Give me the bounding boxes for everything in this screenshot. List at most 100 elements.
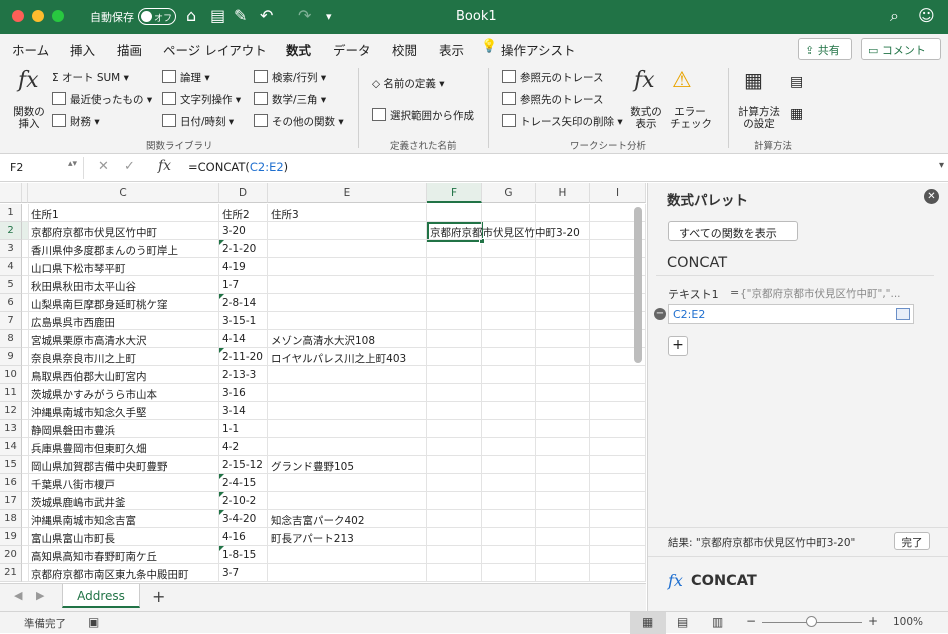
cell-i[interactable] — [590, 546, 646, 564]
range-picker-icon[interactable] — [896, 308, 910, 320]
cell-h[interactable] — [536, 276, 590, 294]
cell-e[interactable] — [268, 312, 427, 330]
cell-e[interactable] — [268, 420, 427, 438]
cell-g[interactable] — [482, 528, 536, 546]
cell-e[interactable]: メゾン高清水大沢108 — [268, 330, 427, 348]
cell-f[interactable] — [427, 474, 482, 492]
cell-g[interactable] — [482, 330, 536, 348]
recent-functions-button[interactable]: 最近使ったもの ▾ — [52, 92, 152, 107]
row-header[interactable]: 8 — [0, 330, 22, 348]
remove-argument-icon[interactable]: − — [654, 308, 666, 320]
zoom-window-button[interactable] — [52, 10, 64, 22]
cell-f[interactable] — [427, 204, 482, 222]
cell-i[interactable] — [590, 474, 646, 492]
cell-i[interactable] — [590, 420, 646, 438]
cell-d[interactable]: 3-20 — [219, 222, 268, 240]
cell-c[interactable]: 住所1 — [28, 204, 219, 222]
redo-icon[interactable]: ↷ — [298, 6, 311, 25]
close-window-button[interactable] — [12, 10, 24, 22]
cell-h[interactable] — [536, 366, 590, 384]
row-header[interactable]: 11 — [0, 384, 22, 402]
cell-e[interactable]: 町長アパート213 — [268, 528, 427, 546]
add-argument-icon[interactable]: + — [668, 336, 688, 356]
cell-e[interactable] — [268, 546, 427, 564]
minimize-window-button[interactable] — [32, 10, 44, 22]
cell-i[interactable] — [590, 492, 646, 510]
cell-h[interactable] — [536, 438, 590, 456]
cell-i[interactable] — [590, 402, 646, 420]
cell-f[interactable] — [427, 492, 482, 510]
cell-f[interactable] — [427, 384, 482, 402]
cell-c[interactable]: 兵庫県豊岡市但東町久畑 — [28, 438, 219, 456]
cell-d[interactable]: 3-4-20 — [219, 510, 268, 528]
cell-g[interactable] — [482, 204, 536, 222]
cell-e[interactable] — [268, 276, 427, 294]
cell-c[interactable]: 京都府京都市伏見区竹中町 — [28, 222, 219, 240]
row-header[interactable]: 18 — [0, 510, 22, 528]
select-all-corner[interactable] — [0, 183, 22, 203]
tab-data[interactable]: データ — [333, 40, 371, 59]
calculator-icon[interactable]: ▦ — [744, 68, 763, 92]
cell-i[interactable] — [590, 366, 646, 384]
autosum-button[interactable]: Σ オート SUM ▾ — [52, 70, 129, 85]
zoom-out-icon[interactable]: − — [746, 614, 756, 628]
financial-button[interactable]: 財務 ▾ — [52, 114, 100, 129]
cell-c[interactable]: 茨城県鹿嶋市武井釜 — [28, 492, 219, 510]
show-all-functions-button[interactable]: すべての関数を表示 — [668, 221, 798, 241]
cell-d[interactable]: 1-7 — [219, 276, 268, 294]
cell-e[interactable]: ロイヤルパレス川之上町403 — [268, 348, 427, 366]
cell-g[interactable] — [482, 366, 536, 384]
calculate-sheet-icon[interactable]: ▦ — [790, 106, 803, 122]
cell-d[interactable]: 3-16 — [219, 384, 268, 402]
error-check-button[interactable]: エラー チェック — [670, 106, 712, 130]
vertical-scrollbar[interactable] — [634, 207, 642, 363]
page-break-view-icon[interactable]: ▥ — [712, 615, 723, 629]
done-button[interactable]: 完了 — [894, 532, 930, 550]
row-header[interactable]: 15 — [0, 456, 22, 474]
cell-d[interactable]: 4-2 — [219, 438, 268, 456]
trace-dependents-button[interactable]: 参照先のトレース — [502, 92, 603, 107]
cell-d[interactable]: 住所2 — [219, 204, 268, 222]
cell-f[interactable] — [427, 276, 482, 294]
cell-d[interactable]: 2-1-20 — [219, 240, 268, 258]
spreadsheet-grid[interactable]: C D E F G H I 1 住所1 住所2 住所3 2 京都府京都市伏見区竹中町 3-2… — [0, 183, 646, 583]
cell-d[interactable]: 2-11-20 — [219, 348, 268, 366]
prev-sheet-icon[interactable]: ◀ — [14, 589, 22, 602]
cell-h[interactable] — [536, 492, 590, 510]
cell-h[interactable] — [536, 510, 590, 528]
cell-e[interactable] — [268, 294, 427, 312]
row-header[interactable]: 19 — [0, 528, 22, 546]
error-indicator-icon[interactable] — [219, 474, 224, 479]
row-header[interactable]: 9 — [0, 348, 22, 366]
cell-f[interactable] — [427, 312, 482, 330]
cell-d[interactable]: 2-13-3 — [219, 366, 268, 384]
expand-formula-icon[interactable]: ▾ — [939, 160, 944, 171]
close-panel-icon[interactable]: ✕ — [924, 189, 939, 204]
add-sheet-icon[interactable]: + — [152, 587, 165, 606]
cell-g[interactable] — [482, 294, 536, 312]
row-header[interactable]: 10 — [0, 366, 22, 384]
cell-i[interactable] — [590, 510, 646, 528]
cell-f[interactable] — [427, 546, 482, 564]
cell-f[interactable]: 京都府京都市伏見区竹中町3-20 — [427, 222, 580, 240]
cell-f[interactable] — [427, 294, 482, 312]
comment-button[interactable]: ▭ コメント — [861, 38, 941, 60]
cell-g[interactable] — [482, 348, 536, 366]
next-sheet-icon[interactable]: ▶ — [36, 589, 44, 602]
sheet-tab-address[interactable]: Address — [62, 584, 140, 608]
datetime-button[interactable]: 日付/時刻 ▾ — [162, 114, 234, 129]
row-header[interactable]: 6 — [0, 294, 22, 312]
warning-icon[interactable]: ⚠ — [672, 68, 692, 93]
cell-i[interactable] — [590, 456, 646, 474]
cell-h[interactable] — [536, 384, 590, 402]
cell-f[interactable] — [427, 330, 482, 348]
cell-e[interactable] — [268, 366, 427, 384]
page-layout-view-icon[interactable]: ▤ — [677, 615, 688, 629]
name-box[interactable]: F2 ▴▾ — [4, 157, 84, 179]
cell-g[interactable] — [482, 474, 536, 492]
macro-record-icon[interactable]: ▣ — [88, 615, 99, 629]
lookup-button[interactable]: 検索/行列 ▾ — [254, 70, 326, 85]
cell-c[interactable]: 沖縄県南城市知念久手堅 — [28, 402, 219, 420]
column-header-c[interactable]: C — [28, 183, 219, 203]
cell-d[interactable]: 4-14 — [219, 330, 268, 348]
